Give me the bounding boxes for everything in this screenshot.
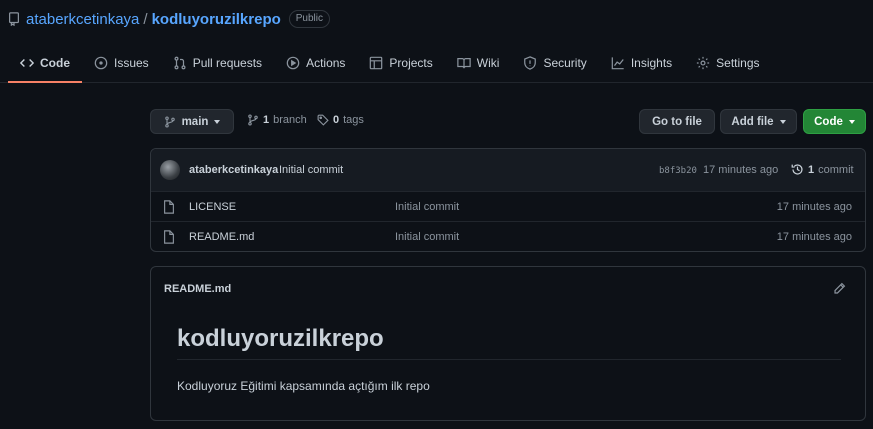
tab-security[interactable]: Security	[511, 44, 598, 82]
tab-label: Wiki	[476, 56, 500, 70]
commit-sha-link[interactable]: b8f3b20	[659, 166, 697, 176]
tab-label: Actions	[306, 56, 346, 70]
pencil-icon[interactable]	[833, 282, 846, 295]
tab-code[interactable]: Code	[8, 44, 82, 83]
commit-author-link[interactable]: ataberkcetinkaya	[189, 164, 278, 176]
commit-count-label: commit	[818, 163, 854, 176]
file-name-link[interactable]: README.md	[189, 231, 254, 243]
file-list: ataberkcetinkaya Initial commit b8f3b20 …	[150, 148, 866, 252]
tags-link[interactable]: 0 tags	[317, 114, 364, 126]
commit-message-link[interactable]: Initial commit	[279, 164, 343, 176]
tab-label: Code	[40, 56, 70, 70]
file-age: 17 minutes ago	[776, 231, 852, 243]
tab-issues[interactable]: Issues	[82, 44, 161, 82]
tag-count-label: tags	[343, 114, 364, 126]
readme-paragraph: Kodluyoruz Eğitimi kapsamında açtığım il…	[177, 379, 430, 393]
file-icon	[164, 200, 174, 214]
repo-title: ataberkcetinkaya / kodluyoruzilkrepo Pub…	[8, 9, 331, 29]
latest-commit-row: ataberkcetinkaya Initial commit b8f3b20 …	[151, 149, 865, 192]
gear-icon	[697, 56, 710, 70]
readme-panel: README.md kodluyoruzilkrepo Kodluyoruz E…	[150, 266, 866, 421]
tab-label: Pull requests	[192, 56, 263, 70]
code-button-label: Code	[814, 115, 843, 128]
tab-projects[interactable]: Projects	[357, 44, 444, 82]
repo-header: ataberkcetinkaya / kodluyoruzilkrepo Pub…	[0, 0, 873, 83]
git-branch-icon	[248, 114, 258, 126]
file-navigation-toolbar: main 1 branch 0 tags Go to file Add file…	[150, 109, 866, 135]
branches-link[interactable]: 1 branch	[247, 114, 307, 126]
tab-insights[interactable]: Insights	[599, 44, 684, 82]
branch-count: 1	[263, 114, 270, 126]
history-icon	[791, 164, 803, 175]
chevron-down-icon	[779, 119, 786, 124]
branch-select-button[interactable]: main	[150, 109, 234, 134]
branch-count-label: branch	[273, 114, 307, 126]
tag-count: 0	[333, 114, 340, 126]
file-icon	[164, 230, 174, 244]
file-commit-link[interactable]: Initial commit	[395, 201, 459, 213]
repo-icon	[8, 12, 20, 26]
go-to-file-button[interactable]: Go to file	[639, 109, 715, 134]
code-download-button[interactable]: Code	[803, 109, 866, 134]
tab-pull-requests[interactable]: Pull requests	[161, 44, 274, 82]
chevron-down-icon	[848, 119, 855, 124]
tab-wiki[interactable]: Wiki	[445, 44, 512, 82]
tab-settings[interactable]: Settings	[684, 44, 771, 82]
shield-icon	[524, 56, 537, 70]
add-file-button[interactable]: Add file	[720, 109, 797, 134]
tag-icon	[317, 114, 329, 126]
commit-time: 17 minutes ago	[703, 164, 779, 176]
avatar[interactable]	[160, 160, 180, 180]
chevron-down-icon	[214, 119, 221, 124]
add-file-label: Add file	[731, 115, 774, 128]
commits-history-link[interactable]: 1 commit	[791, 163, 854, 176]
repo-name-link[interactable]: kodluyoruzilkrepo	[152, 11, 281, 28]
tab-label: Security	[543, 56, 587, 70]
git-branch-icon	[164, 115, 175, 128]
repo-path-separator: /	[143, 10, 148, 28]
file-row: README.md Initial commit 17 minutes ago	[151, 222, 865, 251]
play-icon	[286, 56, 300, 70]
visibility-badge: Public	[288, 10, 331, 28]
tab-actions[interactable]: Actions	[274, 44, 357, 82]
issue-icon	[94, 56, 108, 70]
file-name-link[interactable]: LICENSE	[189, 201, 236, 213]
commit-count: 1	[808, 163, 815, 176]
tab-label: Projects	[389, 56, 433, 70]
code-icon	[20, 59, 34, 67]
tab-label: Insights	[630, 56, 673, 70]
table-icon	[370, 56, 383, 70]
readme-heading: kodluyoruzilkrepo	[177, 325, 841, 360]
file-row: LICENSE Initial commit 17 minutes ago	[151, 192, 865, 222]
repo-owner-link[interactable]: ataberkcetinkaya	[26, 11, 139, 28]
graph-icon	[611, 57, 624, 70]
tab-label: Settings	[716, 56, 760, 70]
book-icon	[457, 58, 471, 69]
branch-name: main	[181, 115, 209, 128]
readme-filename: README.md	[164, 283, 232, 295]
repo-nav-tabs: Code Issues Pull requests Actions Projec…	[8, 44, 772, 83]
file-age: 17 minutes ago	[776, 201, 852, 213]
file-commit-link[interactable]: Initial commit	[395, 231, 459, 243]
pull-request-icon	[174, 56, 186, 70]
tab-label: Issues	[114, 56, 149, 70]
